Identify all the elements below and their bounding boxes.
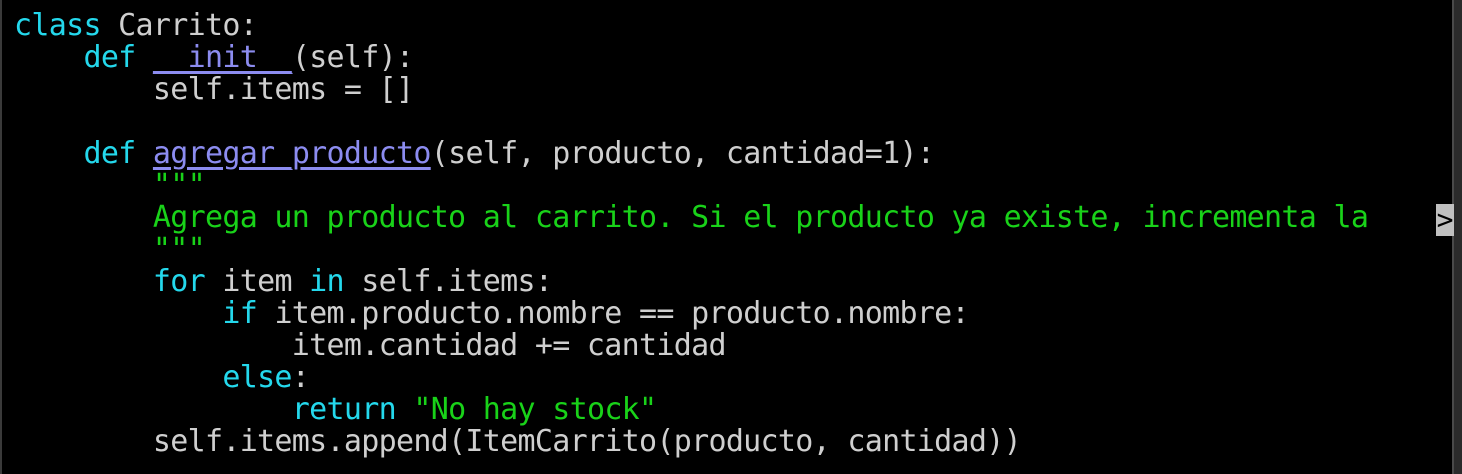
editor-scrollbar-gutter[interactable] [1454,0,1462,474]
code-text-token: item.producto.nombre == producto.nombre: [257,296,969,331]
keyword-token: else [222,360,292,395]
code-line[interactable]: for item in self.items: [14,266,1368,298]
line-overflow-indicator: > [1436,203,1454,236]
code-line[interactable]: return "No hay stock" [14,394,1368,426]
code-editor[interactable]: class Carrito: def __init__(self): self.… [0,0,1462,474]
docstring-token: """ [152,232,206,267]
code-line[interactable]: self.items.append(ItemCarrito(producto, … [14,426,1368,458]
code-text-token: Carrito: [100,8,258,43]
function-name-token: agregar_producto [152,136,431,171]
keyword-token: return [291,392,397,427]
code-text-token: self.items = [] [14,72,414,107]
keyword-token: if [222,296,258,331]
code-line[interactable]: def agregar_producto(self, producto, can… [14,138,1368,170]
code-line[interactable]: self.items = [] [14,74,1368,106]
code-line[interactable]: class Carrito: [14,10,1368,42]
keyword-token: in [309,264,344,299]
code-line[interactable]: if item.producto.nombre == producto.nomb… [14,298,1368,330]
code-area[interactable]: class Carrito: def __init__(self): self.… [14,10,1369,458]
code-text-token: item.cantidad += cantidad [14,328,727,363]
docstring-token: Agrega un producto al carrito. Si el pro… [152,200,1369,235]
function-name-token: __init__ [152,40,293,75]
code-line[interactable]: """ [14,170,1368,202]
keyword-token: def [83,40,136,75]
code-text-token: self.items.append(ItemCarrito(producto, … [14,424,1022,459]
code-text-token: : [291,360,310,395]
code-line[interactable]: else: [14,362,1368,394]
code-line[interactable]: ​ [14,106,1368,138]
string-token: "No hay stock" [413,392,657,427]
docstring-token: """ [152,168,206,203]
keyword-token: for [152,264,206,299]
code-text-token: (self): [291,40,414,75]
code-line[interactable]: """ [14,234,1368,266]
code-text-token: item [205,264,310,299]
keyword-token: class [14,8,102,43]
keyword-token: def [83,136,136,171]
code-text-token: (self, producto, cantidad=1): [430,136,935,171]
code-line[interactable]: Agrega un producto al carrito. Si el pro… [14,200,1369,235]
code-text-token: self.items: [343,264,553,299]
editor-left-border [0,0,2,474]
code-line[interactable]: item.cantidad += cantidad [14,330,1368,362]
code-line[interactable]: def __init__(self): [14,42,1368,74]
